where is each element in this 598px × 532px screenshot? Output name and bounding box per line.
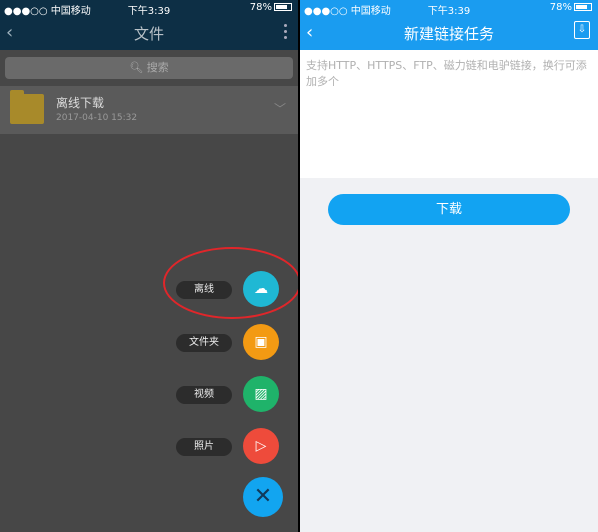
download-icon[interactable]: ⇩: [574, 21, 590, 39]
play-icon[interactable]: ▷: [243, 428, 279, 464]
battery-icon: [274, 3, 292, 11]
list-item[interactable]: 离线下载 2017-04-10 15:32 ﹀: [0, 86, 298, 134]
files-screen: ●●●○○ 中国移动 下午3:39 78% ‹ 文件 🔍︎ 搜索 离线下载 20…: [0, 0, 298, 532]
chevron-down-icon[interactable]: ﹀: [274, 100, 286, 117]
folder-add-icon[interactable]: ▣: [243, 324, 279, 360]
battery-percent: 78%: [549, 2, 572, 13]
fab-label[interactable]: 照片: [176, 438, 232, 456]
fab-label[interactable]: 视频: [176, 386, 232, 404]
fab-item-photo[interactable]: 照片 ▷: [0, 428, 298, 468]
status-bar: ●●●○○ 中国移动 下午3:39 78%: [300, 0, 598, 17]
fab-item-offline[interactable]: 离线 ☁: [0, 271, 298, 311]
cloud-download-icon[interactable]: ☁: [243, 271, 279, 307]
nav-bar: ‹ 新建链接任务 ⇩: [300, 16, 598, 50]
fab-label[interactable]: 离线: [176, 281, 232, 299]
page-title: 新建链接任务: [403, 25, 494, 43]
status-bar: ●●●○○ 中国移动 下午3:39 78%: [0, 0, 298, 17]
file-name: 离线下载: [56, 96, 105, 110]
file-date: 2017-04-10 15:32: [56, 113, 138, 123]
image-icon[interactable]: ▨: [243, 376, 279, 412]
close-icon[interactable]: ✕: [243, 477, 283, 517]
page-title: 文件: [133, 25, 164, 43]
battery-percent: 78%: [249, 2, 272, 13]
link-textarea[interactable]: 支持HTTP、HTTPS、FTP、磁力链和电驴链接，换行可添加多个: [300, 50, 598, 178]
battery-indicator: 78%: [250, 2, 292, 13]
battery-icon: [574, 3, 592, 11]
fab-label[interactable]: 文件夹: [176, 334, 232, 352]
folder-icon: [10, 90, 44, 124]
fab-item-folder[interactable]: 文件夹 ▣: [0, 324, 298, 364]
download-button[interactable]: 下载: [328, 194, 570, 225]
new-link-task-screen: ●●●○○ 中国移动 下午3:39 78% ‹ 新建链接任务 ⇩ 支持HTTP、…: [300, 0, 598, 532]
more-vert-icon[interactable]: [284, 24, 288, 42]
search-icon: 🔍︎: [129, 61, 144, 74]
battery-indicator: 78%: [550, 2, 592, 13]
fab-item-video[interactable]: 视频 ▨: [0, 376, 298, 416]
search-placeholder: 搜索: [146, 61, 169, 74]
search-input[interactable]: 🔍︎ 搜索: [5, 57, 293, 79]
nav-bar: ‹ 文件: [0, 16, 298, 50]
